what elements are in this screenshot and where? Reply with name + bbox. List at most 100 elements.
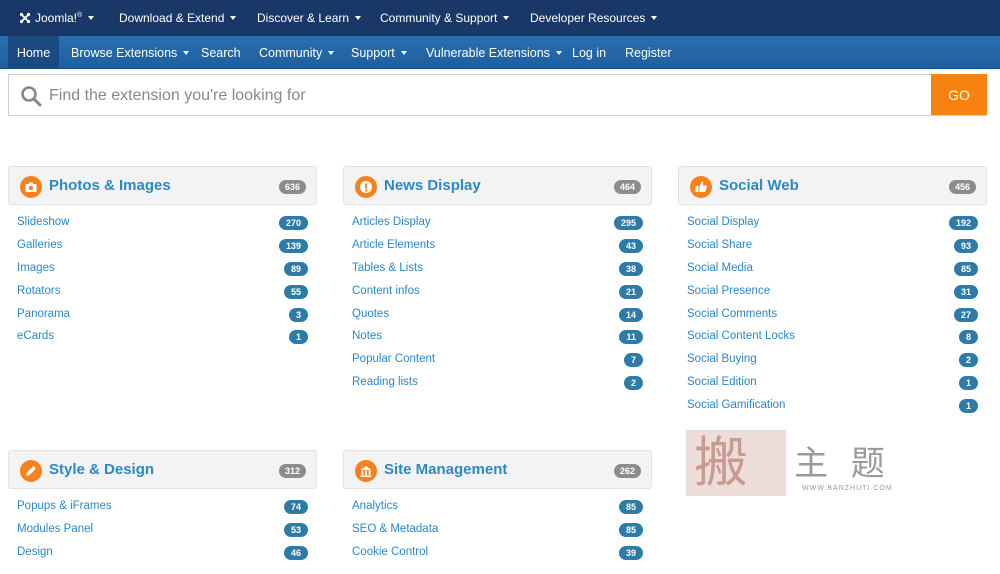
subcategory-item[interactable]: Slideshow 270 [8,211,317,234]
subcategory-link[interactable]: Social Media [687,262,753,274]
count-badge: 39 [618,545,643,560]
category-title[interactable]: Site Management [384,461,507,478]
subcategory-link[interactable]: Galleries [17,239,62,251]
subcategory-item[interactable]: SEO & Metadata 85 [343,518,652,541]
subcategory-item[interactable]: eCards 1 [8,325,317,348]
subcategory-item[interactable]: Rotators 55 [8,280,317,303]
count-badge: 1 [958,376,978,391]
subcategory-link[interactable]: Panorama [17,308,70,320]
subnav-search[interactable]: Search [201,36,241,69]
subcategory-link[interactable]: Social Comments [687,308,777,320]
go-button[interactable]: GO [931,74,987,115]
subcategory-item[interactable]: Social Presence 31 [678,280,987,303]
subcategory-item[interactable]: Article Elements 43 [343,234,652,257]
registered-mark: ® [77,12,83,19]
subcategory-item[interactable]: Social Display 192 [678,211,987,234]
count-badge: 2 [958,353,978,368]
count-badge: 46 [283,545,308,560]
subnav-login[interactable]: Log in [572,36,606,69]
subnav-label: Log in [572,45,607,60]
subcategory-item[interactable]: Analytics 85 [343,495,652,518]
subcategory-item[interactable]: Tables & Lists 38 [343,257,652,280]
topnav-discover-learn[interactable]: Discover & Learn [257,0,362,36]
subnav-community[interactable]: Community [259,36,335,69]
search-box [8,74,987,116]
subcategory-item[interactable]: Reading lists 2 [343,371,652,394]
subcategory-link[interactable]: eCards [17,330,54,342]
subnav-vulnerable-extensions[interactable]: Vulnerable Extensions [426,36,562,69]
subcategory-item[interactable]: Content infos 21 [343,280,652,303]
subcategory-item[interactable]: Popups & iFrames 74 [8,495,317,518]
subcategory-item[interactable]: Social Share 93 [678,234,987,257]
subcategory-link[interactable]: Social Share [687,239,752,251]
subcategory-item[interactable]: Social Buying 2 [678,348,987,371]
subcategory-item[interactable]: Quotes 14 [343,303,652,326]
subcategory-link[interactable]: Notes [352,330,382,342]
category-total-badge: 262 [613,464,641,478]
subcategory-link[interactable]: SEO & Metadata [352,523,438,535]
subcategory-link[interactable]: Popular Content [352,353,435,365]
subcategory-link[interactable]: Article Elements [352,239,435,251]
subnav-support[interactable]: Support [351,36,407,69]
subcategory-link[interactable]: Popups & iFrames [17,500,112,512]
subcategory-link[interactable]: Content infos [352,285,420,297]
subcategory-item[interactable]: Social Edition 1 [678,371,987,394]
category-title[interactable]: Social Web [719,177,799,194]
subnav-register[interactable]: Register [625,36,672,69]
subcategory-link[interactable]: Modules Panel [17,523,93,535]
count-badge: 38 [618,261,643,276]
subcategory-item[interactable]: Popular Content 7 [343,348,652,371]
subcategory-link[interactable]: Quotes [352,308,389,320]
category-title[interactable]: News Display [384,177,481,194]
subcategory-link[interactable]: Social Presence [687,285,770,297]
topnav-developer-resources[interactable]: Developer Resources [530,0,658,36]
subcategory-item[interactable]: Panorama 3 [8,303,317,326]
subcategory-link[interactable]: Slideshow [17,216,69,228]
count-badge: 1 [288,330,308,345]
subcategory-link[interactable]: Social Display [687,216,759,228]
subnav-browse-extensions[interactable]: Browse Extensions [71,36,190,69]
subcategory-item[interactable]: Cookie Control 39 [343,541,652,564]
subcategory-link[interactable]: Images [17,262,55,274]
subcategory-link[interactable]: Social Gamification [687,399,785,411]
subcategory-link[interactable]: Social Buying [687,353,757,365]
subcategory-link[interactable]: Reading lists [352,376,418,388]
subcategory-link[interactable]: Social Edition [687,376,757,388]
category-title[interactable]: Style & Design [49,461,154,478]
subcategory-link[interactable]: Social Content Locks [687,330,795,342]
subcategory-link[interactable]: Articles Display [352,216,431,228]
chevron-down-icon [183,50,190,55]
count-badge: 14 [618,307,643,322]
subcategory-item[interactable]: Social Media 85 [678,257,987,280]
subcategory-item[interactable]: Modules Panel 53 [8,518,317,541]
subcategory-item[interactable]: Social Gamification 1 [678,394,987,417]
subcategory-link[interactable]: Cookie Control [352,546,428,558]
subcategory-item[interactable]: Articles Display 295 [343,211,652,234]
subcategory-list: Popups & iFrames 74 Modules Panel 53 Desig… [8,495,317,564]
count-badge: 85 [618,522,643,537]
subcategory-item[interactable]: Social Content Locks 8 [678,325,987,348]
joomla-logo-icon [19,12,31,24]
chevron-down-icon [230,16,237,20]
count-badge: 11 [619,330,643,345]
subnav-home[interactable]: Home [8,36,59,69]
subcategory-link[interactable]: Design [17,546,53,558]
category-total-badge: 456 [948,180,976,194]
subcategory-link[interactable]: Rotators [17,285,60,297]
subcategory-item[interactable]: Social Comments 27 [678,303,987,326]
search-input[interactable] [49,83,929,109]
category-title[interactable]: Photos & Images [49,177,171,194]
count-badge: 93 [953,238,978,253]
topnav-download-extend[interactable]: Download & Extend [119,0,237,36]
subcategory-item[interactable]: Notes 11 [343,325,652,348]
subcategory-link[interactable]: Tables & Lists [352,262,423,274]
subcategory-link[interactable]: Analytics [352,500,398,512]
subcategory-item[interactable]: Design 46 [8,541,317,564]
topnav-community-support[interactable]: Community & Support [380,0,510,36]
thumbs-up-icon [690,176,712,198]
topnav-joomla[interactable]: Joomla!® [19,0,95,36]
count-badge: 270 [278,216,308,230]
subcategory-item[interactable]: Galleries 139 [8,234,317,257]
subnav-label: Register [625,45,672,60]
subcategory-item[interactable]: Images 89 [8,257,317,280]
